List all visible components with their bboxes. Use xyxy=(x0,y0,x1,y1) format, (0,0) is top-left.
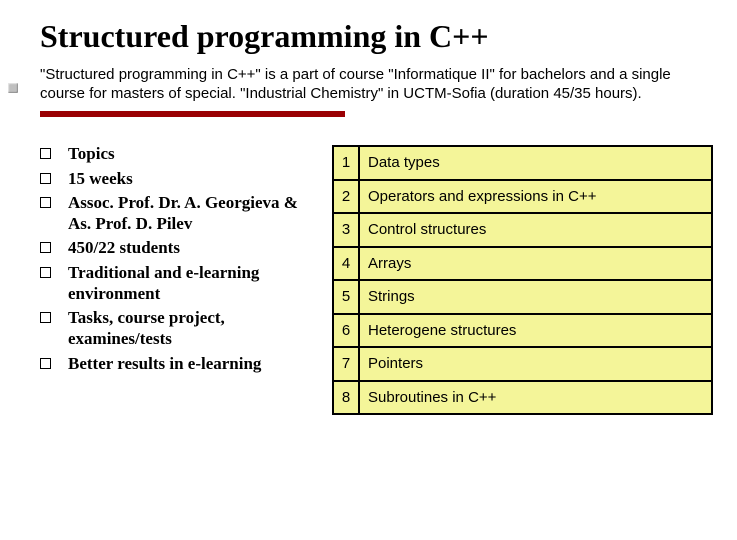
topic-number: 3 xyxy=(333,213,359,247)
table-row: 6 Heterogene structures xyxy=(333,314,712,348)
topic-name: Data types xyxy=(359,146,712,180)
topic-name: Control structures xyxy=(359,213,712,247)
list-item: 450/22 students xyxy=(40,237,320,258)
divider-bar xyxy=(40,111,345,117)
topic-name: Heterogene structures xyxy=(359,314,712,348)
topic-number: 8 xyxy=(333,381,359,415)
topic-name: Pointers xyxy=(359,347,712,381)
topic-number: 5 xyxy=(333,280,359,314)
list-item: Tasks, course project, examines/tests xyxy=(40,307,320,350)
table-row: 8 Subroutines in C++ xyxy=(333,381,712,415)
table-row: 2 Operators and expressions in C++ xyxy=(333,180,712,214)
slide-title: Structured programming in C++ xyxy=(40,18,713,55)
subtitle-block: "Structured programming in C++" is a par… xyxy=(40,65,713,103)
square-bullet-icon xyxy=(8,83,18,93)
table-row: 5 Strings xyxy=(333,280,712,314)
topics-table: 1 Data types 2 Operators and expressions… xyxy=(332,145,713,415)
right-column: 1 Data types 2 Operators and expressions… xyxy=(332,143,713,415)
topic-number: 7 xyxy=(333,347,359,381)
bullet-list: Topics 15 weeks Assoc. Prof. Dr. A. Geor… xyxy=(40,143,320,374)
content-row: Topics 15 weeks Assoc. Prof. Dr. A. Geor… xyxy=(40,143,713,415)
topic-name: Strings xyxy=(359,280,712,314)
topic-number: 6 xyxy=(333,314,359,348)
list-item: Assoc. Prof. Dr. A. Georgieva & As. Prof… xyxy=(40,192,320,235)
topic-number: 2 xyxy=(333,180,359,214)
list-item: Topics xyxy=(40,143,320,164)
topic-name: Operators and expressions in C++ xyxy=(359,180,712,214)
topic-number: 4 xyxy=(333,247,359,281)
list-item: Better results in e-learning xyxy=(40,353,320,374)
topic-name: Subroutines in C++ xyxy=(359,381,712,415)
slide-subtitle: "Structured programming in C++" is a par… xyxy=(40,65,713,103)
topic-number: 1 xyxy=(333,146,359,180)
table-row: 4 Arrays xyxy=(333,247,712,281)
table-row: 3 Control structures xyxy=(333,213,712,247)
left-column: Topics 15 weeks Assoc. Prof. Dr. A. Geor… xyxy=(40,143,320,415)
list-item: 15 weeks xyxy=(40,168,320,189)
table-row: 1 Data types xyxy=(333,146,712,180)
list-item: Traditional and e-learning environment xyxy=(40,262,320,305)
topic-name: Arrays xyxy=(359,247,712,281)
table-row: 7 Pointers xyxy=(333,347,712,381)
